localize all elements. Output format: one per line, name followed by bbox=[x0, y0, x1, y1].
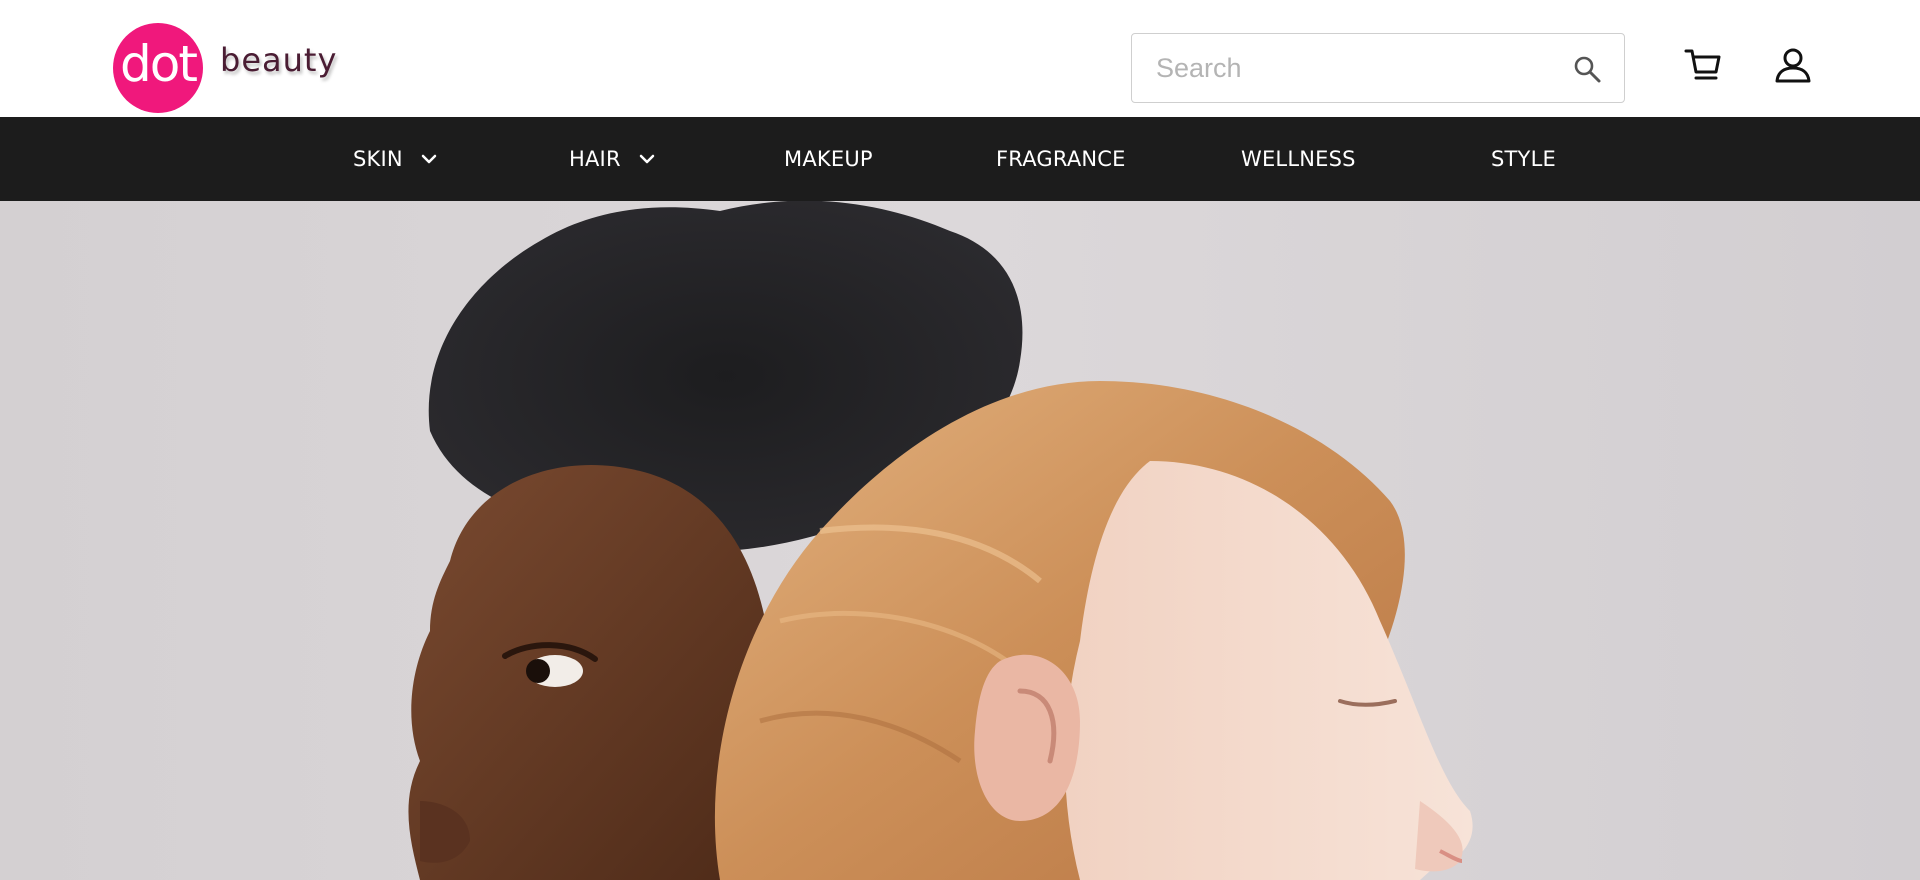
nav-item-label: HAIR bbox=[569, 147, 621, 171]
cart-icon bbox=[1684, 49, 1721, 80]
nav-item-fragrance[interactable]: FRAGRANCE bbox=[996, 117, 1126, 201]
main-nav: SKIN HAIR MAKEUP FRAGRANCE WELLNESS STYL… bbox=[0, 117, 1920, 201]
nav-item-label: STYLE bbox=[1491, 147, 1556, 171]
nav-item-label: SKIN bbox=[353, 147, 403, 171]
logo-mark-text: dot bbox=[120, 35, 198, 93]
account-button[interactable] bbox=[1773, 45, 1813, 85]
nav-item-makeup[interactable]: MAKEUP bbox=[784, 117, 873, 201]
user-icon bbox=[1775, 48, 1811, 83]
hero-illustration bbox=[0, 201, 1920, 880]
brand-logo[interactable]: dot beauty bbox=[113, 23, 337, 113]
site-header: dot beauty bbox=[0, 0, 1920, 117]
nav-item-style[interactable]: STYLE bbox=[1491, 117, 1556, 201]
nav-item-wellness[interactable]: WELLNESS bbox=[1241, 117, 1356, 201]
nav-item-hair[interactable]: HAIR bbox=[569, 117, 655, 201]
logo-word-text: beauty bbox=[220, 41, 338, 79]
chevron-down-icon bbox=[421, 154, 437, 164]
cart-button[interactable] bbox=[1683, 45, 1723, 85]
nav-item-label: WELLNESS bbox=[1241, 147, 1356, 171]
search-button[interactable] bbox=[1572, 54, 1602, 84]
search-icon bbox=[1574, 56, 1601, 83]
nav-item-label: FRAGRANCE bbox=[996, 147, 1126, 171]
hero-image bbox=[0, 201, 1920, 880]
search-box bbox=[1131, 33, 1625, 103]
nav-item-skin[interactable]: SKIN bbox=[353, 117, 437, 201]
nav-item-label: MAKEUP bbox=[784, 147, 873, 171]
search-input[interactable] bbox=[1132, 34, 1552, 102]
chevron-down-icon bbox=[639, 154, 654, 164]
logo-circle: dot bbox=[113, 23, 203, 113]
